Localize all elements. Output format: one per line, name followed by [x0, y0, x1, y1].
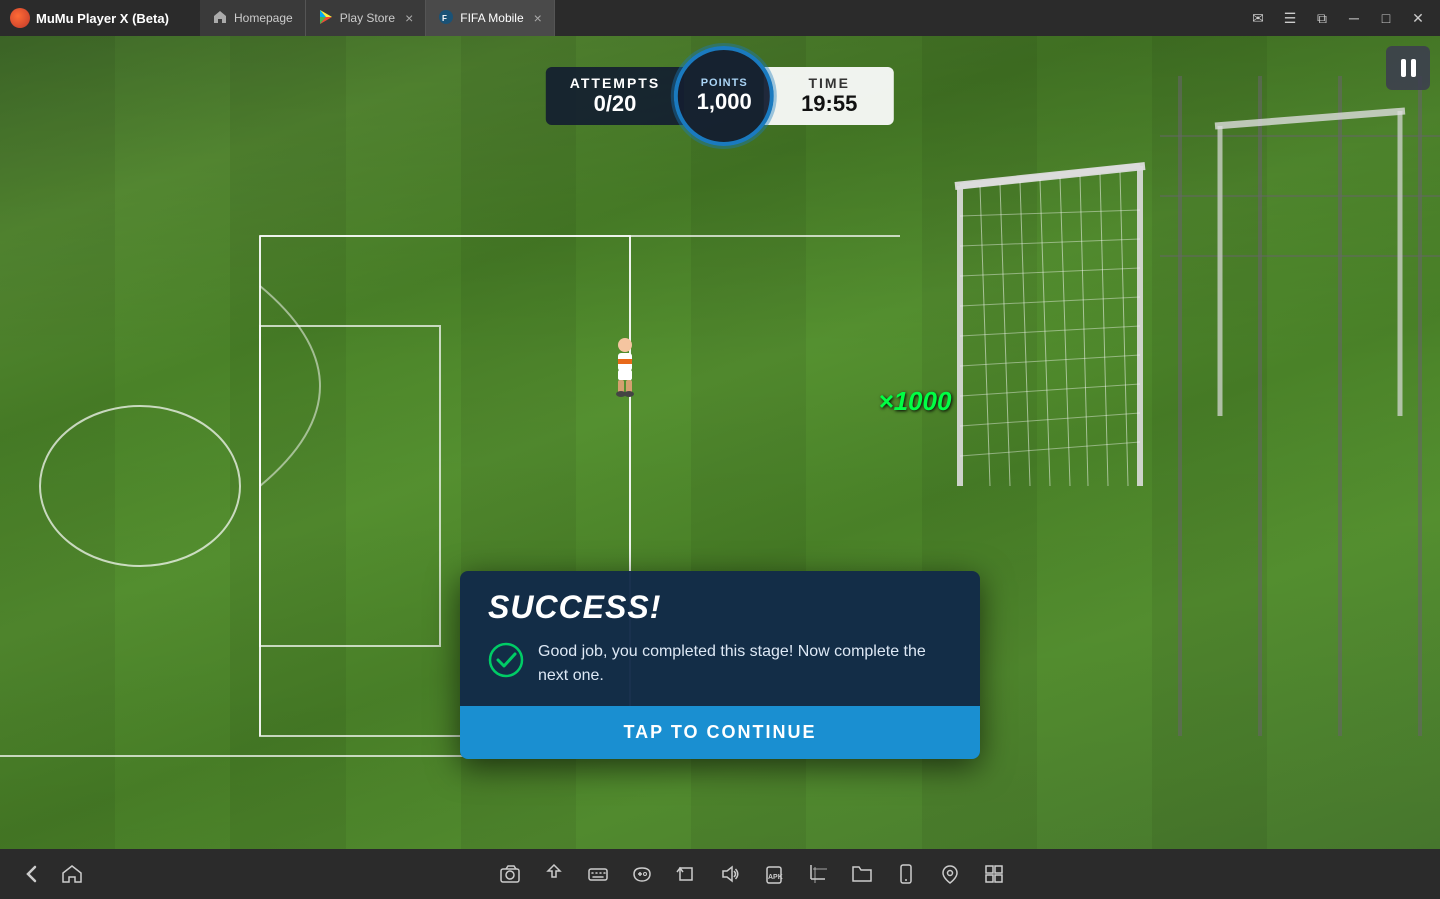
checkmark-icon — [488, 642, 524, 678]
time-value: 19:55 — [788, 91, 870, 117]
fifa-icon: F — [438, 9, 454, 28]
volume-button[interactable] — [718, 862, 742, 886]
titlebar: MuMu Player X (Beta) Homepage Play S — [0, 0, 1440, 36]
success-body: Good job, you completed this stage! Now … — [460, 636, 980, 706]
close-button[interactable]: ✕ — [1404, 4, 1432, 32]
phone-button[interactable] — [894, 862, 918, 886]
player-figure — [605, 337, 645, 397]
app-logo: MuMu Player X (Beta) — [0, 8, 200, 28]
tabs-area: Homepage Play Store × F — [200, 0, 1236, 36]
svg-text:APK: APK — [768, 874, 783, 881]
pause-button[interactable] — [1386, 46, 1430, 90]
points-label: POINTS — [701, 77, 748, 89]
tab-label-playstore: Play Store — [340, 11, 395, 25]
taskbar: APK — [0, 849, 1440, 899]
game-viewport: ×1000 ATTEMPTS 0/20 POINTS 1,000 TIME 19… — [0, 36, 1440, 849]
points-display: POINTS 1,000 — [674, 46, 774, 146]
restore-button[interactable]: ⧉ — [1308, 4, 1336, 32]
app-name: MuMu Player X (Beta) — [36, 11, 169, 26]
mouse-button[interactable] — [542, 862, 566, 886]
minimize-button[interactable]: ─ — [1340, 4, 1368, 32]
attempts-value: 0/20 — [570, 91, 660, 117]
crop-button[interactable] — [806, 862, 830, 886]
attempts-display: ATTEMPTS 0/20 — [546, 67, 684, 125]
tab-fifa[interactable]: F FIFA Mobile × — [426, 0, 555, 36]
success-title: SUCCESS! — [488, 589, 952, 626]
pause-icon — [1401, 59, 1416, 77]
playstore-icon — [318, 9, 334, 28]
maximize-button[interactable]: □ — [1372, 4, 1400, 32]
taskbar-left — [20, 862, 84, 886]
rotate-button[interactable] — [674, 862, 698, 886]
tab-label-homepage: Homepage — [234, 11, 293, 25]
keyboard-button[interactable] — [586, 862, 610, 886]
game-hud: ATTEMPTS 0/20 POINTS 1,000 TIME 19:55 — [546, 46, 894, 146]
menu-button[interactable]: ☰ — [1276, 4, 1304, 32]
tab-label-fifa: FIFA Mobile — [460, 11, 523, 25]
continue-button[interactable]: TAP TO CONTINUE — [460, 706, 980, 759]
tab-playstore[interactable]: Play Store × — [306, 0, 427, 36]
back-button[interactable] — [20, 862, 44, 886]
success-header: SUCCESS! — [460, 571, 980, 636]
home-icon — [212, 9, 228, 28]
window-controls: ✉ ☰ ⧉ ─ □ ✕ — [1236, 4, 1440, 32]
svg-text:F: F — [442, 14, 447, 23]
tab-close-fifa[interactable]: × — [534, 11, 542, 25]
points-value: 1,000 — [697, 89, 752, 115]
home-taskbar-button[interactable] — [60, 862, 84, 886]
success-message: Good job, you completed this stage! Now … — [538, 640, 952, 688]
time-display: TIME 19:55 — [764, 67, 894, 125]
tab-homepage[interactable]: Homepage — [200, 0, 306, 36]
success-dialog: SUCCESS! Good job, you completed this st… — [460, 571, 980, 759]
folder-button[interactable] — [850, 862, 874, 886]
time-label: TIME — [788, 75, 870, 91]
location-button[interactable] — [938, 862, 962, 886]
mail-button[interactable]: ✉ — [1244, 4, 1272, 32]
tab-close-playstore[interactable]: × — [405, 11, 413, 25]
logo-icon — [10, 8, 30, 28]
camera-button[interactable] — [498, 862, 522, 886]
expand-button[interactable] — [982, 862, 1006, 886]
apk-button[interactable]: APK — [762, 862, 786, 886]
attempts-label: ATTEMPTS — [570, 75, 660, 91]
gamepad-button[interactable] — [630, 862, 654, 886]
taskbar-center: APK — [498, 862, 1006, 886]
